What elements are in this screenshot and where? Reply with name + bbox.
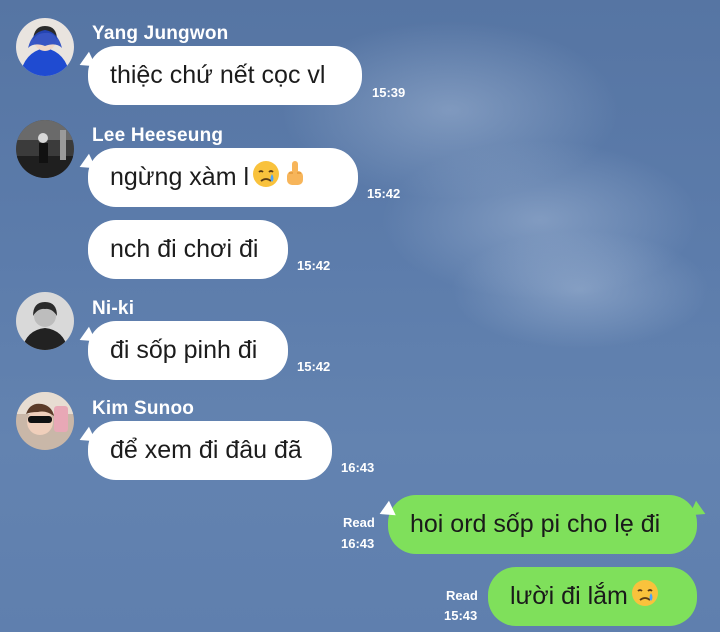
message-text: thiệc chứ nết cọc vl (110, 61, 326, 89)
message-bubble-outgoing[interactable]: lười đi lắm (488, 567, 697, 626)
read-receipt: Read (446, 588, 478, 603)
message-text: nch đi chơi đi (110, 235, 259, 263)
message-bubble[interactable]: để xem đi đâu đã (88, 421, 332, 480)
message-bubble[interactable]: ngừng xàm l (88, 148, 358, 207)
message-time: 15:42 (297, 359, 331, 374)
message-text: ngừng xàm l (110, 163, 250, 191)
message-time: 16:43 (341, 460, 375, 475)
sender-name: Ni-ki (92, 298, 135, 319)
message-text: đi sốp pinh đi (110, 336, 258, 364)
avatar[interactable] (16, 392, 74, 450)
message-bubble[interactable]: đi sốp pinh đi (88, 321, 288, 380)
message-bubble[interactable]: thiệc chứ nết cọc vl (88, 46, 362, 105)
message-text: để xem đi đâu đã (110, 436, 302, 464)
avatar[interactable] (16, 120, 74, 178)
background-cloud (450, 230, 710, 350)
message-time: 15:43 (444, 608, 478, 623)
message-time: 16:43 (341, 536, 375, 551)
message-text: hoi ord sốp pi cho lẹ đi (410, 510, 661, 538)
message-time: 15:42 (367, 186, 401, 201)
read-receipt: Read (343, 515, 375, 530)
avatar[interactable] (16, 18, 74, 76)
crying-face-icon (630, 578, 660, 615)
avatar[interactable] (16, 292, 74, 350)
sender-name: Kim Sunoo (92, 398, 195, 419)
message-time: 15:39 (372, 85, 406, 100)
message-bubble-outgoing[interactable]: hoi ord sốp pi cho lẹ đi (388, 495, 697, 554)
message-text: lười đi lắm (510, 582, 628, 610)
message-bubble[interactable]: nch đi chơi đi (88, 220, 288, 279)
message-time: 15:42 (297, 258, 331, 273)
crying-face-icon (251, 159, 281, 196)
sender-name: Lee Heeseung (92, 125, 224, 146)
middle-finger-icon (283, 159, 307, 196)
sender-name: Yang Jungwon (92, 23, 229, 44)
